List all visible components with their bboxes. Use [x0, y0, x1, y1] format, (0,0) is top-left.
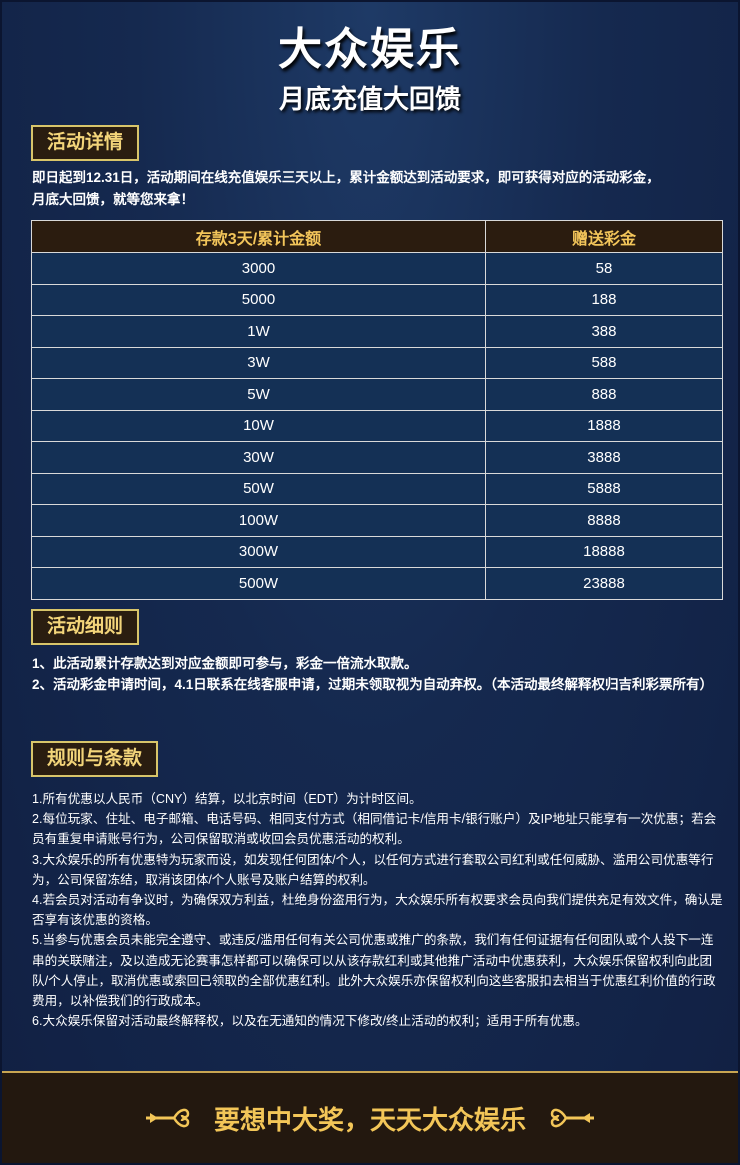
bonus-cell: 3888	[484, 441, 724, 474]
bonus-cell: 23888	[484, 567, 724, 600]
deposit-cell: 100W	[31, 504, 486, 537]
bonus-cell: 5888	[484, 472, 724, 505]
deposit-cell: 3W	[31, 346, 486, 379]
terms-item: 2、活动彩金申请时间，4.1日联系在线客服申请，过期未领取视为自动弃权。（本活动…	[32, 677, 714, 692]
table-header-row: 存款3天/累计金额 赠送彩金	[31, 220, 724, 253]
footer-slogan: 要想中大奖，天天大众娱乐	[213, 1104, 526, 1135]
column-header-deposit: 存款3天/累计金额	[31, 220, 486, 253]
rules-item: 5.当参与优惠会员未能完全遵守、或违反/滥用任何有关公司优惠或推广的条款，我们有…	[32, 933, 716, 1009]
table-row: 10W 1888	[31, 409, 724, 442]
bonus-cell: 588	[484, 346, 724, 379]
deposit-cell: 10W	[31, 409, 486, 442]
table-row: 100W 8888	[31, 504, 724, 537]
deposit-cell: 300W	[31, 535, 486, 568]
rules-item: 6.大众娱乐保留对活动最终解释权，以及在无通知的情况下修改/终止活动的权利；适用…	[32, 1014, 588, 1029]
table-row: 5W 888	[31, 378, 724, 411]
rules-item: 2.每位玩家、住址、电子邮箱、电话号码、相同支付方式（相同借记卡/信用卡/银行账…	[32, 812, 717, 847]
details-intro-line1: 即日起到12.31日，活动期间在线充值娱乐三天以上，累计金额达到活动要求，即可获…	[32, 170, 660, 185]
table-row: 3000 58	[31, 252, 724, 285]
table-row: 50W 5888	[31, 472, 724, 505]
table-row: 300W 18888	[31, 535, 724, 568]
column-header-bonus: 赠送彩金	[484, 220, 724, 253]
header: 大众娱乐 月底充值大回馈	[2, 2, 738, 116]
deposit-cell: 1W	[31, 315, 486, 348]
deposit-cell: 500W	[31, 567, 486, 600]
deposit-cell: 5W	[31, 378, 486, 411]
rules-list: 1.所有优惠以人民币（CNY）结算，以北京时间（EDT）为计时区间。 2.每位玩…	[32, 789, 726, 1031]
rules-item: 3.大众娱乐的所有优惠特为玩家而设，如发现任何团体/个人，以任何方式进行套取公司…	[32, 852, 714, 887]
bonus-cell: 188	[484, 283, 724, 316]
deposit-cell: 3000	[31, 252, 486, 285]
table-row: 500W 23888	[31, 567, 724, 600]
flourish-right-icon	[550, 1108, 594, 1128]
page-subtitle: 月底充值大回馈	[278, 84, 461, 114]
table-row: 5000 188	[31, 283, 724, 316]
bonus-cell: 388	[484, 315, 724, 348]
rules-item: 1.所有优惠以人民币（CNY）结算，以北京时间（EDT）为计时区间。	[32, 792, 422, 806]
bonus-cell: 8888	[484, 504, 724, 537]
flourish-left-icon	[145, 1108, 190, 1128]
promo-page: 大众娱乐 月底充值大回馈 活动详情 即日起到12.31日，活动期间在线充值娱乐三…	[0, 0, 740, 1165]
details-intro: 即日起到12.31日，活动期间在线充值娱乐三天以上，累计金额达到活动要求，即可获…	[32, 167, 718, 211]
table-row: 30W 3888	[31, 441, 724, 474]
page-title: 大众娱乐	[278, 25, 462, 74]
rules-tag: 规则与条款	[31, 741, 159, 777]
footer-banner: 要想中大奖，天天大众娱乐	[2, 1071, 738, 1163]
terms-tag: 活动细则	[31, 609, 140, 645]
deposit-cell: 30W	[31, 441, 486, 474]
terms-list: 1、此活动累计存款达到对应金额即可参与，彩金一倍流水取款。 2、活动彩金申请时间…	[32, 653, 718, 695]
deposit-cell: 5000	[31, 283, 486, 316]
table-row: 3W 588	[31, 346, 724, 379]
table-row: 1W 388	[31, 315, 724, 348]
deposit-cell: 50W	[31, 472, 486, 505]
details-tag: 活动详情	[31, 125, 140, 161]
bonus-cell: 18888	[484, 535, 724, 568]
bonus-cell: 58	[484, 252, 724, 285]
rules-item: 4.若会员对活动有争议时，为确保双方利益，杜绝身份盗用行为，大众娱乐所有权要求会…	[32, 893, 723, 928]
bonus-cell: 888	[484, 378, 724, 411]
bonus-cell: 1888	[484, 409, 724, 442]
terms-item: 1、此活动累计存款达到对应金额即可参与，彩金一倍流水取款。	[32, 656, 418, 671]
bonus-table: 存款3天/累计金额 赠送彩金 3000 58 5000 188 1W 388 3W 58…	[31, 220, 724, 600]
details-intro-line2: 月底大回馈，就等您来拿！	[32, 192, 194, 207]
